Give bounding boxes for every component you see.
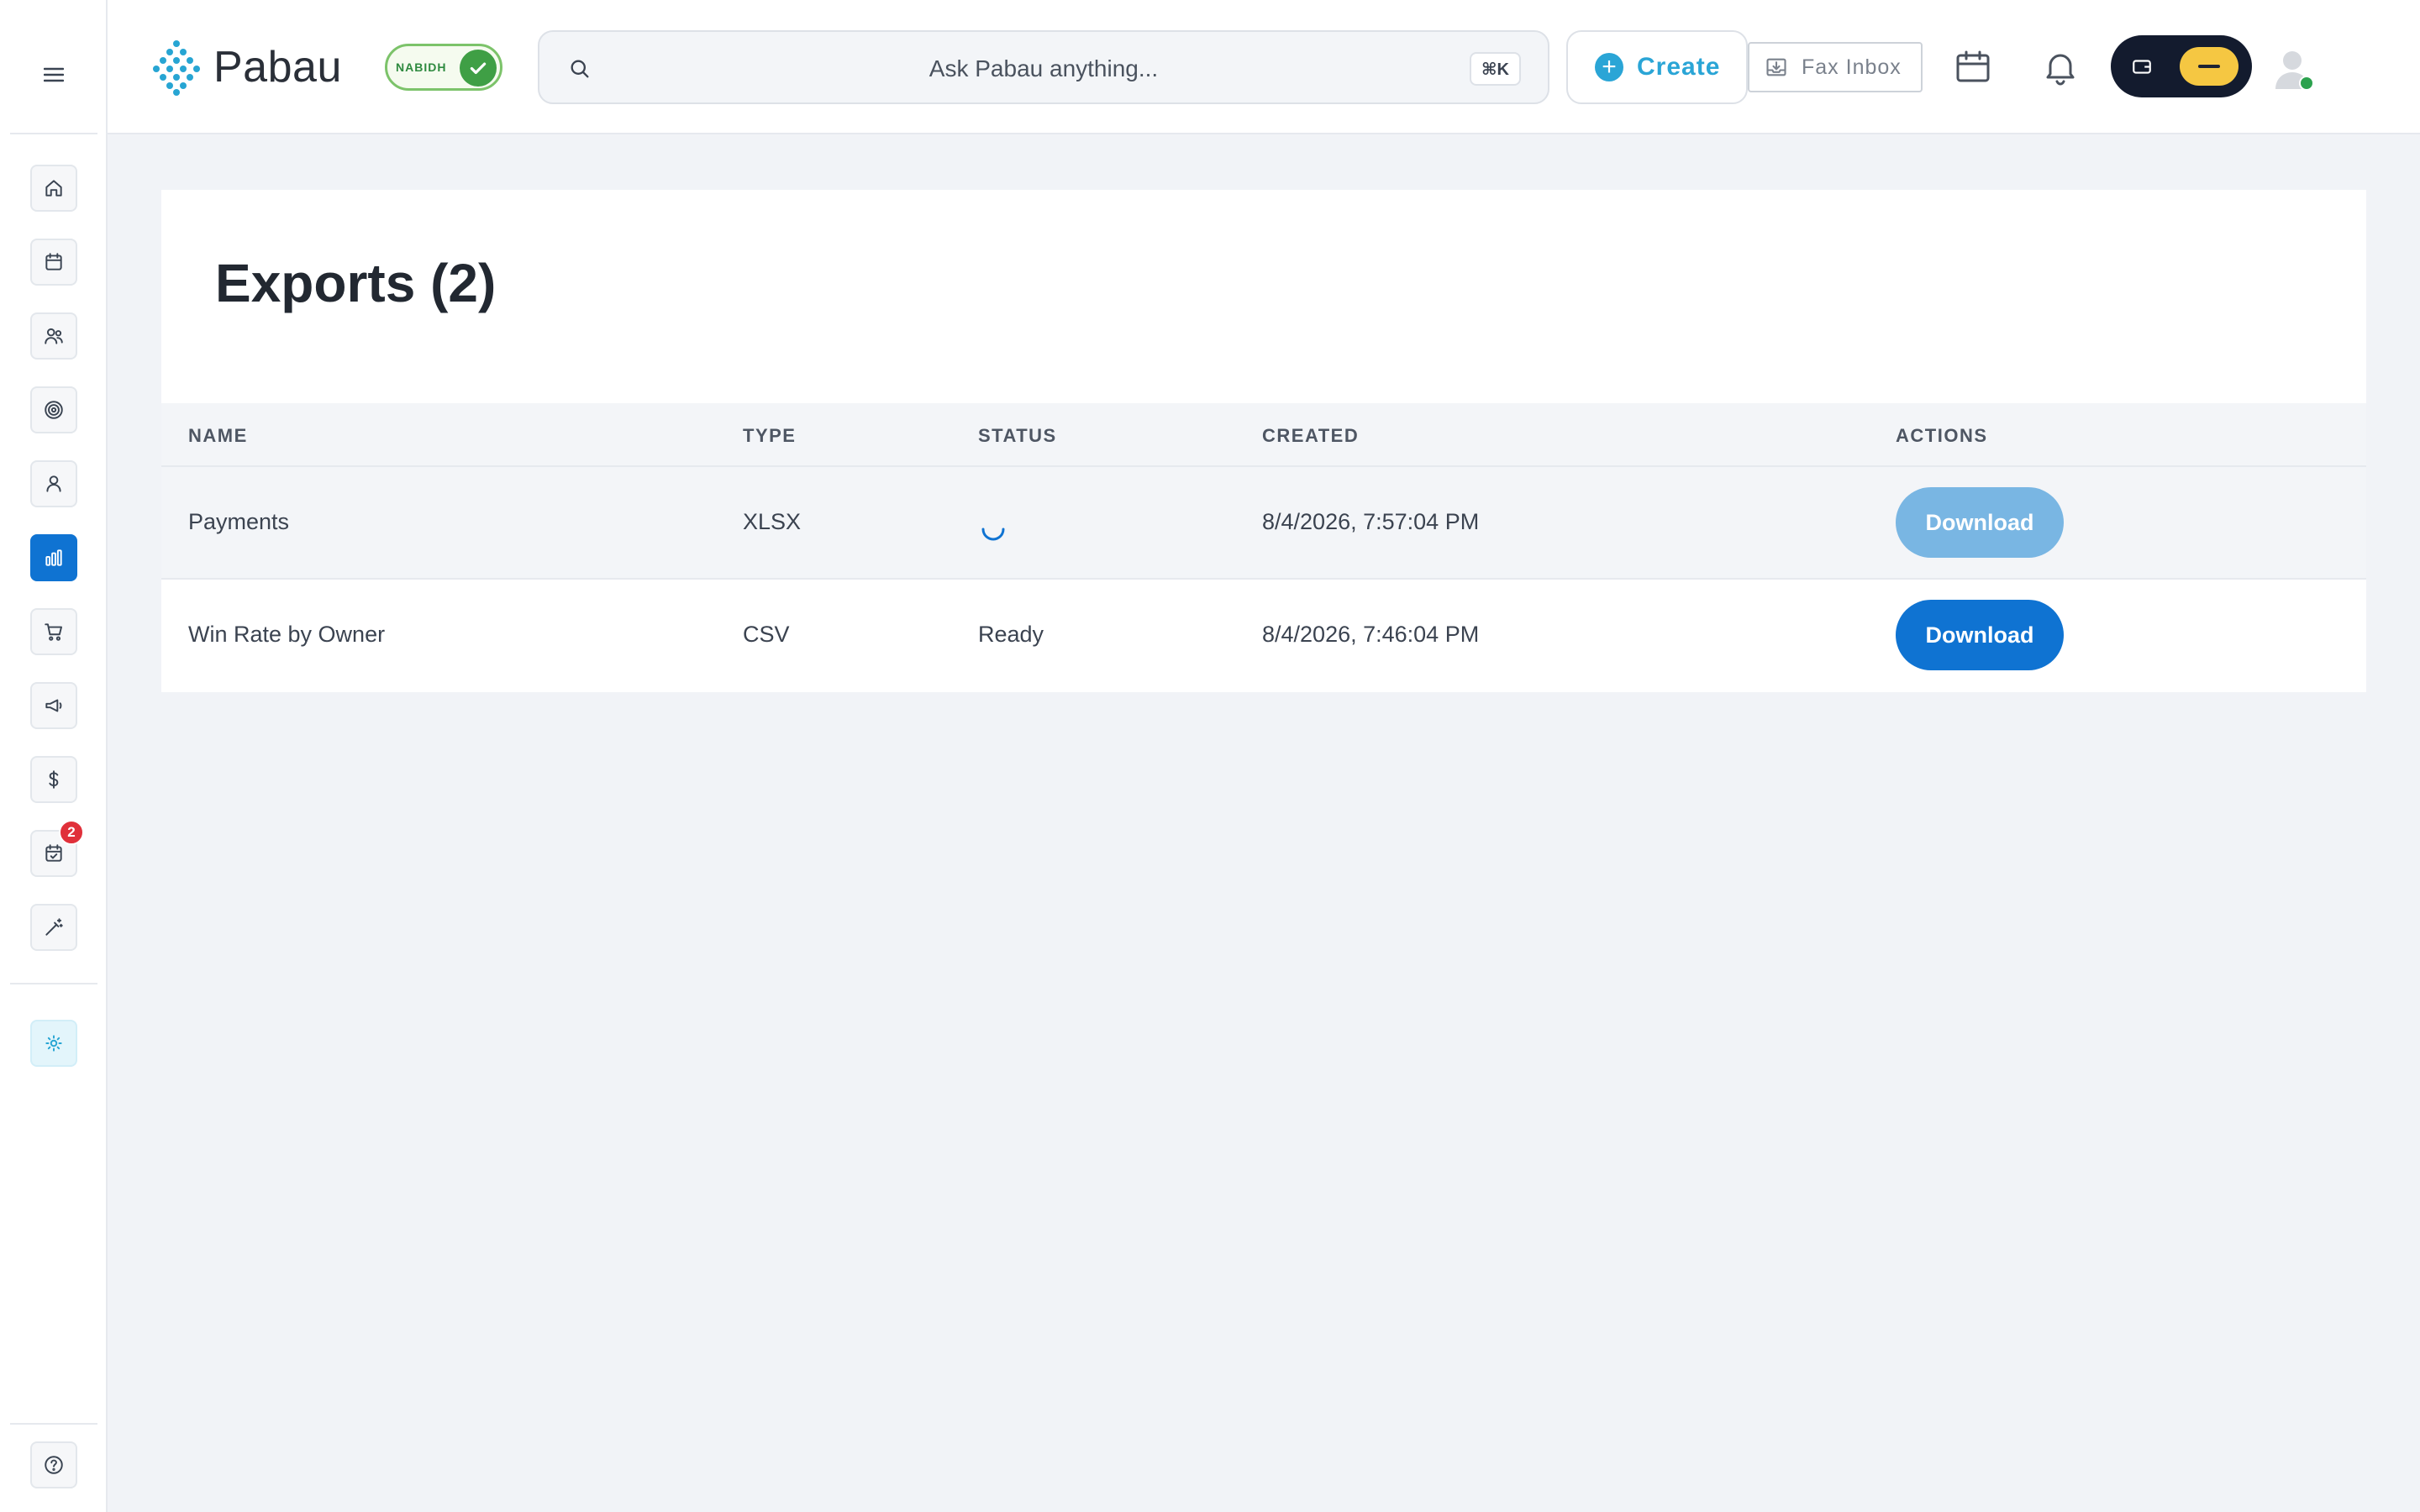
download-button[interactable]: Download — [1896, 600, 2064, 670]
help-icon — [45, 1456, 63, 1474]
sidebar-item-shop[interactable] — [30, 608, 77, 655]
user-icon — [46, 475, 61, 492]
column-header-created: CREATED — [1262, 425, 1360, 446]
sun-icon — [45, 1035, 62, 1052]
wallet-toggle[interactable] — [2111, 35, 2252, 97]
online-status-dot — [2299, 76, 2314, 91]
magic-wand-icon — [45, 918, 63, 936]
avatar[interactable] — [2272, 45, 2316, 91]
fax-inbox-button[interactable]: Fax Inbox — [1748, 42, 1923, 92]
table-header: NAME TYPE STATUS CREATED ACTIONS — [161, 403, 2366, 467]
create-button-label: Create — [1637, 53, 1721, 81]
target-icon — [45, 401, 63, 419]
export-status: Ready — [978, 622, 1044, 647]
pabau-logo-icon — [153, 40, 200, 96]
sidebar-item-goals[interactable] — [30, 386, 77, 433]
page-title: Exports (2) — [215, 253, 497, 313]
top-bar: Pabau NABIDH Ask Pabau anything... ⌘K + … — [108, 0, 2420, 134]
exports-card: Exports (2) NAME TYPE STATUS CREATED ACT… — [161, 190, 2366, 692]
sidebar-item-home[interactable] — [30, 165, 77, 212]
app-name: Pabau — [213, 43, 342, 92]
sidebar-item-help[interactable] — [30, 1441, 77, 1488]
search-shortcut: ⌘K — [1470, 52, 1521, 86]
export-created: 8/4/2026, 7:46:04 PM — [1262, 622, 1480, 647]
sidebar-item-setup[interactable] — [30, 1020, 77, 1067]
column-header-status: STATUS — [978, 425, 1057, 446]
export-name: Payments — [188, 509, 290, 534]
sidebar-item-contacts[interactable] — [30, 460, 77, 507]
export-type: CSV — [743, 622, 790, 647]
bell-icon — [2046, 54, 2075, 86]
wallet-icon — [2133, 60, 2151, 74]
loading-spinner-icon — [981, 528, 1005, 541]
fax-inbox-label: Fax Inbox — [1802, 55, 1902, 79]
search-input[interactable]: Ask Pabau anything... ⌘K — [538, 30, 1549, 104]
bar-chart-icon — [45, 549, 62, 566]
nabidh-badge: NABIDH — [385, 44, 502, 91]
calendar-button[interactable] — [1953, 47, 1993, 92]
sidebar-item-calendar[interactable] — [30, 239, 77, 286]
sidebar-divider — [10, 1423, 97, 1425]
table-row: Payments XLSX 8/4/2026, 7:57:04 PM Downl… — [161, 467, 2366, 580]
sidebar-item-marketing[interactable] — [30, 682, 77, 729]
megaphone-icon — [45, 699, 62, 712]
users-icon — [45, 328, 63, 344]
sidebar-divider — [10, 133, 97, 134]
sidebar-item-leads[interactable] — [30, 312, 77, 360]
export-created: 8/4/2026, 7:57:04 PM — [1262, 509, 1480, 534]
menu-toggle-button[interactable] — [37, 62, 71, 87]
calendar-icon — [1956, 50, 1990, 82]
minus-icon — [2198, 65, 2220, 68]
column-header-type: TYPE — [743, 425, 797, 446]
dollar-icon — [49, 770, 59, 789]
nabidh-badge-text: NABIDH — [396, 60, 447, 74]
table-row: Win Rate by Owner CSV Ready 8/4/2026, 7:… — [161, 580, 2366, 692]
tasks-badge: 2 — [59, 820, 84, 845]
sidebar-item-tasks[interactable]: 2 — [30, 820, 84, 877]
sidebar-item-finance[interactable] — [30, 756, 77, 803]
home-icon — [45, 180, 62, 197]
plus-icon: + — [1595, 53, 1623, 81]
sidebar-item-tools[interactable] — [30, 904, 77, 951]
notifications-button[interactable] — [2040, 47, 2081, 92]
calendar-check-icon — [45, 844, 62, 862]
sidebar-item-reports[interactable] — [30, 534, 77, 581]
sidebar: 2 — [0, 0, 108, 1512]
export-name: Win Rate by Owner — [188, 622, 386, 647]
column-header-actions: ACTIONS — [1896, 425, 1988, 446]
check-icon — [460, 50, 497, 87]
search-placeholder: Ask Pabau anything... — [929, 55, 1159, 81]
column-header-name: NAME — [188, 425, 248, 446]
pabau-logo[interactable]: Pabau — [146, 37, 342, 97]
calendar-icon — [45, 253, 62, 270]
toggle-knob — [2180, 47, 2238, 86]
create-button[interactable]: + Create — [1566, 30, 1748, 104]
download-button[interactable]: Download — [1896, 487, 2064, 558]
hamburger-icon — [44, 67, 64, 82]
export-type: XLSX — [743, 509, 802, 534]
sidebar-divider — [10, 983, 97, 984]
inbox-download-icon — [1766, 58, 1786, 76]
cart-icon — [45, 623, 62, 641]
exports-table: NAME TYPE STATUS CREATED ACTIONS Payment… — [161, 403, 2366, 692]
